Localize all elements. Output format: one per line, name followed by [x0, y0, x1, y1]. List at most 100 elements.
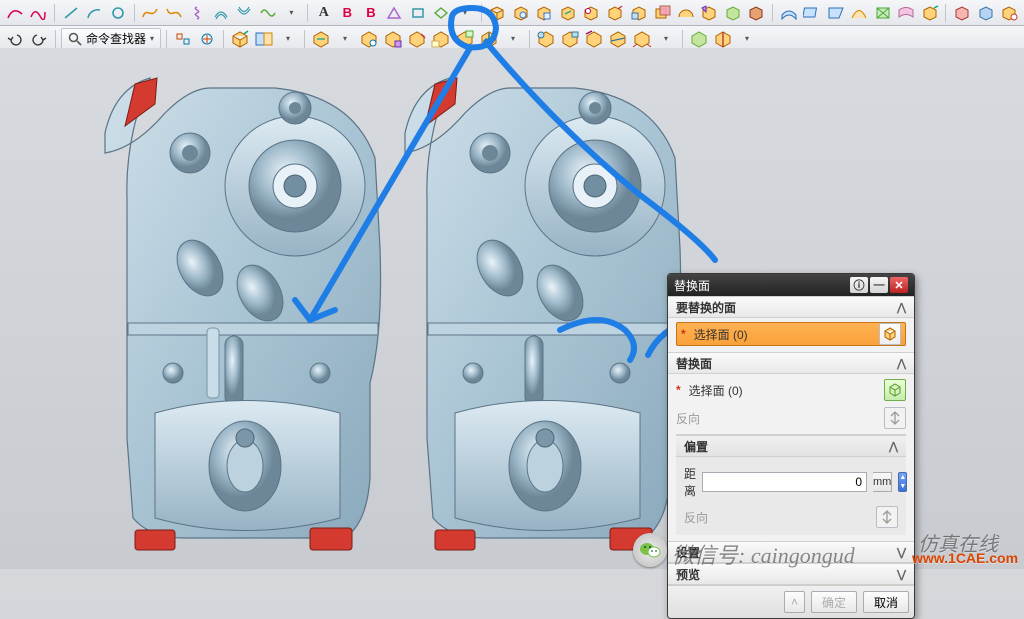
tool-curve-2[interactable] [28, 2, 50, 24]
separator [55, 30, 56, 48]
dialog-titlebar[interactable]: 替换面 ⓘ — ✕ [668, 274, 914, 296]
sync-op-1-dd[interactable]: ▾ [334, 28, 356, 50]
tool-circle[interactable] [107, 2, 129, 24]
sync-op-3[interactable] [382, 28, 404, 50]
tool-spline-2[interactable] [163, 2, 185, 24]
tool-offset-1[interactable] [210, 2, 232, 24]
distance-input[interactable] [702, 472, 867, 492]
mold-op-1[interactable] [688, 28, 710, 50]
dialog-help-button[interactable]: ⓘ [850, 277, 868, 293]
solid-tool-6[interactable] [604, 2, 626, 24]
tool-tri[interactable] [384, 2, 406, 24]
tool-wave-dd[interactable]: ▾ [281, 2, 303, 24]
solid-op-2-dd[interactable]: ▾ [277, 28, 299, 50]
solid-tool-1[interactable] [487, 2, 509, 24]
solid-tool-3[interactable] [534, 2, 556, 24]
solid-tool-7[interactable] [628, 2, 650, 24]
sync-op-5[interactable] [430, 28, 452, 50]
dialog-minimize-button[interactable]: — [870, 277, 888, 293]
tool-shape-b-2[interactable]: B [360, 2, 382, 24]
selection-filter-2[interactable] [196, 28, 218, 50]
mold-op-2-dd[interactable]: ▾ [736, 28, 758, 50]
solid-tool-12[interactable] [745, 2, 767, 24]
section-faces-to-replace[interactable]: 要替换的面 ⋀ [668, 296, 914, 318]
select-face-row-secondary[interactable]: * 选择面 (0) [676, 378, 906, 402]
solid-tool-9[interactable] [675, 2, 697, 24]
tool-square[interactable] [407, 2, 429, 24]
sync-op-12[interactable] [631, 28, 653, 50]
surface-tool-5[interactable] [872, 2, 894, 24]
sync-op-1[interactable] [310, 28, 332, 50]
cube-icon-button-green[interactable] [884, 379, 906, 401]
reverse-icon-button [884, 407, 906, 429]
solid-tool-5[interactable] [581, 2, 603, 24]
feature-tool-3[interactable] [998, 2, 1020, 24]
cancel-button[interactable]: 取消 [863, 591, 909, 613]
feature-tool-1[interactable] [951, 2, 973, 24]
tool-wave[interactable] [257, 2, 279, 24]
feature-tool-2[interactable] [975, 2, 997, 24]
distance-row: 距离 mm ▲▼ [684, 463, 898, 501]
select-face-row-primary[interactable]: * 选择面 (0) [676, 322, 906, 346]
section-body-faces-to-replace: * 选择面 (0) [668, 318, 914, 352]
tool-offset-2[interactable] [234, 2, 256, 24]
tool-diamond[interactable] [431, 2, 453, 24]
separator [481, 4, 482, 22]
sync-op-7-replace-face[interactable] [478, 28, 500, 50]
command-finder-button[interactable]: 命令查找器 ▾ [61, 28, 161, 50]
sync-op-10[interactable] [583, 28, 605, 50]
surface-tool-6[interactable] [895, 2, 917, 24]
section-preview[interactable]: 预览 ⋁ [668, 563, 914, 585]
section-offset[interactable]: 偏置 ⋀ [676, 435, 906, 457]
sync-op-11[interactable] [607, 28, 629, 50]
undo-button[interactable] [4, 28, 26, 50]
less-button[interactable]: ˄ [784, 591, 805, 613]
distance-stepper[interactable]: ▲▼ [898, 472, 907, 492]
surface-tool-4[interactable] [848, 2, 870, 24]
ok-button[interactable]: 确定 [811, 591, 857, 613]
mold-op-2[interactable] [712, 28, 734, 50]
sync-op-12-dd[interactable]: ▾ [655, 28, 677, 50]
sync-op-7-dd[interactable]: ▾ [502, 28, 524, 50]
sync-op-6[interactable] [454, 28, 476, 50]
viewport-3d[interactable]: 替换面 ⓘ — ✕ 要替换的面 ⋀ * 选择面 (0) 替换面 ⋀ * [0, 48, 1024, 569]
section-replacement-face[interactable]: 替换面 ⋀ [668, 352, 914, 374]
tool-curve-1[interactable] [4, 2, 26, 24]
solid-tool-8[interactable] [651, 2, 673, 24]
wechat-icon [633, 533, 667, 567]
solid-tool-10[interactable] [698, 2, 720, 24]
solid-tool-2[interactable] [510, 2, 532, 24]
solid-tool-4[interactable] [557, 2, 579, 24]
tool-shape-b-1[interactable]: B [337, 2, 359, 24]
surface-tool-2[interactable] [801, 2, 823, 24]
surface-tool-7[interactable] [919, 2, 941, 24]
cube-icon-button[interactable] [879, 323, 901, 345]
surface-tool-1[interactable] [778, 2, 800, 24]
sync-op-9[interactable] [559, 28, 581, 50]
dialog-close-button[interactable]: ✕ [890, 277, 908, 293]
sync-op-4[interactable] [406, 28, 428, 50]
chevron-down-icon: ⋁ [897, 568, 906, 581]
selection-filter-1[interactable] [172, 28, 194, 50]
command-finder-label: 命令查找器 [86, 30, 146, 47]
toolbar-top: ▾ A B B ▾ [0, 0, 1024, 26]
solid-op-2[interactable] [253, 28, 275, 50]
tool-spline-1[interactable] [140, 2, 162, 24]
section-settings[interactable]: 设置 ⋁ [668, 541, 914, 563]
redo-button[interactable] [28, 28, 50, 50]
sync-op-2[interactable] [358, 28, 380, 50]
tool-text-a[interactable]: A [313, 2, 335, 24]
surface-tool-3[interactable] [825, 2, 847, 24]
solid-op-1[interactable] [229, 28, 251, 50]
tool-helix[interactable] [187, 2, 209, 24]
solid-tool-11[interactable] [722, 2, 744, 24]
tool-diamond-dd[interactable]: ▾ [454, 2, 476, 24]
chevron-up-icon: ⋀ [897, 301, 906, 314]
chevron-up-icon: ⋀ [897, 357, 906, 370]
select-face-label-2: 选择面 (0) [689, 382, 878, 399]
separator [529, 30, 530, 48]
distance-label: 距离 [684, 465, 696, 499]
tool-arc[interactable] [84, 2, 106, 24]
sync-op-8[interactable] [535, 28, 557, 50]
tool-line[interactable] [60, 2, 82, 24]
